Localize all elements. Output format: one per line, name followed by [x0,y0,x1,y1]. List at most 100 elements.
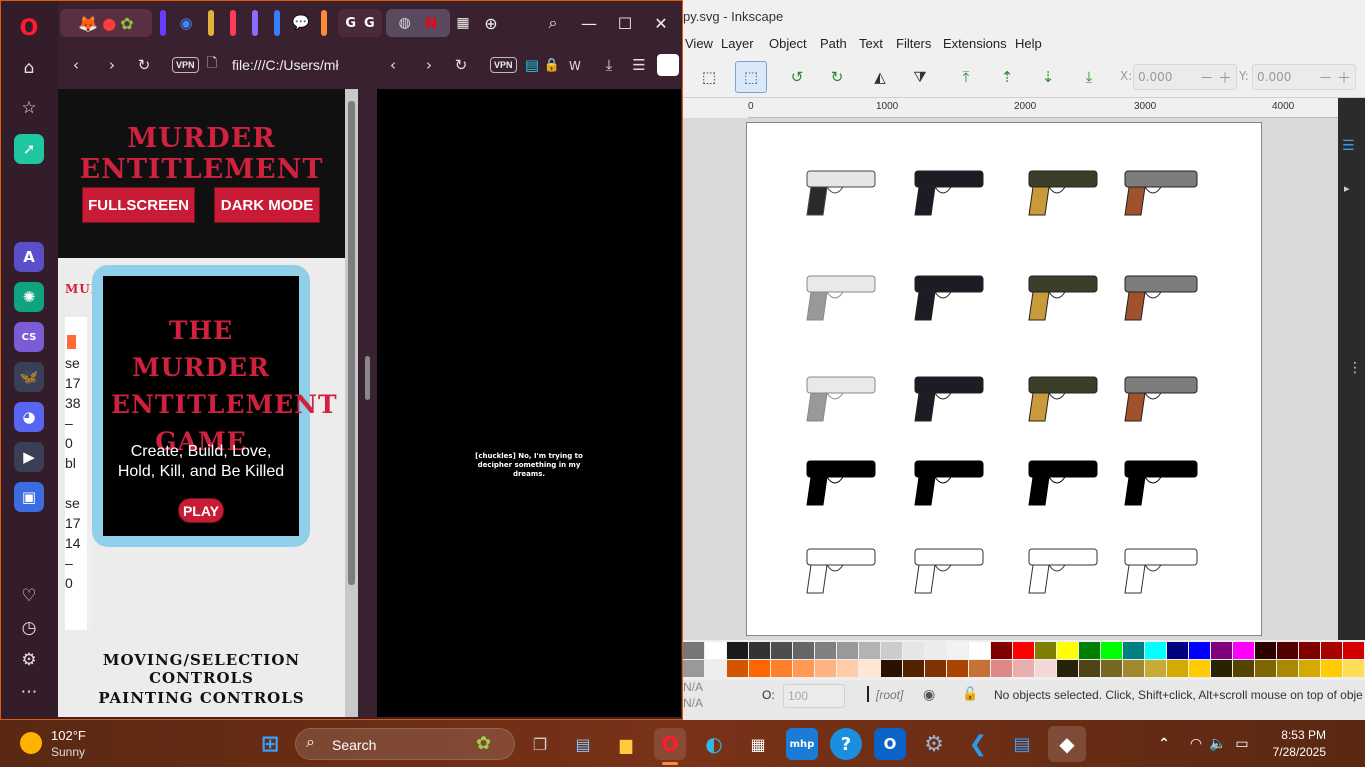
weather-desc[interactable]: Sunny [51,745,85,759]
color-swatch[interactable] [1167,660,1188,677]
color-swatch[interactable] [1277,660,1298,677]
pistol-icon[interactable] [914,548,984,594]
color-swatch[interactable] [1211,642,1232,659]
pistol-icon[interactable] [914,460,984,506]
page-scrollbar[interactable] [345,89,358,717]
forward-icon[interactable]: › [417,53,441,77]
x-field[interactable]: 0.000 － ＋ [1133,64,1237,90]
battery-icon[interactable]: ▭ [1226,728,1258,760]
color-swatch[interactable] [1255,642,1276,659]
fullscreen-button[interactable]: FULLSCREEN [82,187,195,223]
player-icon[interactable]: ▶ [14,442,44,472]
color-swatch[interactable] [727,660,748,677]
pistol-icon[interactable] [1124,376,1198,422]
color-swatch[interactable] [1035,660,1056,677]
opera-taskbar-icon[interactable]: O [654,728,686,760]
color-swatch[interactable] [727,642,748,659]
tab-island-favicons[interactable]: 🦊 ● ✿ [60,9,152,37]
color-swatch[interactable] [793,642,814,659]
split-divider-handle[interactable] [365,356,370,400]
raise-to-top-icon[interactable]: ⤒ [955,66,977,88]
menu-view[interactable]: View [685,36,713,51]
tab-pill-orange[interactable] [321,10,327,36]
pistol-icon[interactable] [806,275,876,321]
y-spin-icon[interactable]: － ＋ [1319,68,1351,88]
color-swatch[interactable] [1079,642,1100,659]
color-swatch[interactable] [1013,660,1034,677]
pistol-icon[interactable] [1028,170,1098,216]
address-bar[interactable]: file:///C:/Users/mł [232,57,342,73]
aria-ai-icon[interactable]: A [14,242,44,272]
aria-icon[interactable]: ➚ [14,134,44,164]
color-swatch[interactable] [1123,642,1144,659]
pistol-icon[interactable] [914,170,984,216]
color-swatch[interactable] [1145,660,1166,677]
show-hidden-icon[interactable]: ⌃ [1148,728,1180,760]
rotate-cw-icon[interactable]: ↻ [826,66,848,88]
opacity-field[interactable]: 100 [783,684,845,708]
color-swatch[interactable] [969,642,990,659]
color-swatch[interactable] [1211,660,1232,677]
help-icon[interactable]: ? [830,728,862,760]
color-swatch[interactable] [1343,642,1364,659]
color-swatch[interactable] [947,660,968,677]
lock-icon[interactable]: 🔓 [962,686,978,702]
settings-icon[interactable]: ⚙ [918,728,950,760]
color-swatch[interactable] [1189,642,1210,659]
color-palette[interactable] [683,640,1365,680]
flip-vertical-icon[interactable]: ⧩ [909,66,931,88]
pistol-icon[interactable] [1028,548,1098,594]
color-swatch[interactable] [1343,660,1364,677]
color-swatch[interactable] [683,642,704,659]
search-tabs-icon[interactable]: ⌕ [538,8,568,38]
pistol-icon[interactable] [806,376,876,422]
notepad-icon[interactable]: ▤ [1006,728,1038,760]
cs-icon[interactable]: CS [14,322,44,352]
download-icon[interactable]: ⤓ [597,53,621,77]
tab-active[interactable]: ◍ N [386,9,450,37]
color-swatch[interactable] [1189,660,1210,677]
play-button[interactable]: PLAY [178,498,224,523]
color-swatch[interactable] [1299,642,1320,659]
mhp-icon[interactable]: mhp [786,728,818,760]
vscode-icon[interactable]: ❮ [962,728,994,760]
home-icon[interactable]: ⌂ [17,56,41,80]
tab-pill-yellow[interactable] [208,10,214,36]
scrollbar-thumb[interactable] [348,101,355,585]
tab-chrome[interactable]: ◉ [174,9,198,37]
sun-icon[interactable] [20,732,42,754]
color-swatch[interactable] [837,660,858,677]
y-field[interactable]: 0.000 － ＋ [1252,64,1356,90]
color-swatch[interactable] [837,642,858,659]
explorer-icon[interactable]: ▤ [567,728,599,760]
rotate-ccw-icon[interactable]: ↺ [786,66,808,88]
color-swatch[interactable] [881,660,902,677]
horizontal-ruler[interactable]: 0 1000 2000 3000 4000 [748,98,1338,118]
visibility-icon[interactable]: ◉ [923,686,935,703]
menu-extensions[interactable]: Extensions [943,36,1007,51]
color-swatch[interactable] [705,660,726,677]
more-icon[interactable]: ⋯ [17,680,41,704]
weather-temp[interactable]: 102°F [51,728,86,743]
lower-icon[interactable]: ⇣ [1037,66,1059,88]
color-swatch[interactable] [947,642,968,659]
tab-chat[interactable]: 💬 [290,9,312,37]
color-swatch[interactable] [705,642,726,659]
color-swatch[interactable] [749,660,770,677]
color-swatch[interactable] [881,642,902,659]
color-swatch[interactable] [1167,642,1188,659]
file-explorer-icon[interactable]: ▆ [610,728,642,760]
pistol-icon[interactable] [1028,460,1098,506]
back-icon[interactable]: ‹ [64,53,88,77]
color-swatch[interactable] [1057,660,1078,677]
forward-icon[interactable]: › [100,53,124,77]
menu-filters[interactable]: Filters [896,36,931,51]
color-swatch[interactable] [749,642,770,659]
select-all-icon[interactable]: ⬚ [698,66,720,88]
clock-date[interactable]: 7/28/2025 [1262,745,1326,759]
tab-pill-purple[interactable] [160,10,166,36]
history-icon[interactable]: ◷ [17,616,41,640]
color-swatch[interactable] [771,642,792,659]
wallet-icon[interactable]: ▣ [14,482,44,512]
bluesky-icon[interactable]: 🦋 [14,362,44,392]
